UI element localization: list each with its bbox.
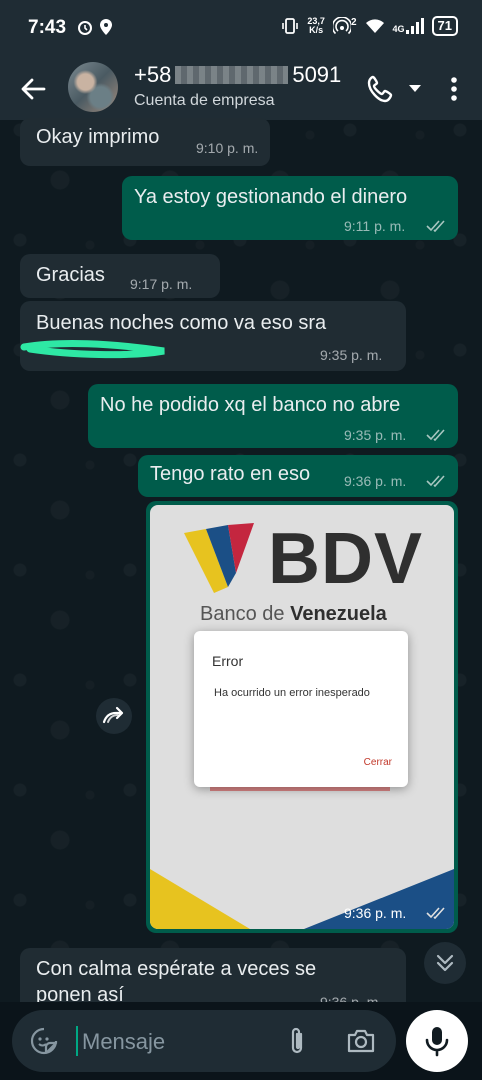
- message-input[interactable]: [80, 1022, 284, 1062]
- highlight-scribble: [20, 340, 165, 359]
- bdv-logo-text: BDV: [268, 519, 424, 599]
- read-receipt-icon: [426, 220, 445, 232]
- status-time: 7:43: [28, 17, 67, 38]
- redacted-digits: [175, 66, 289, 84]
- status-bar: 7:43 23,7 K/s 2 4G 71: [0, 0, 482, 56]
- message-text-line: Con calma espérate a veces se: [36, 958, 317, 980]
- read-receipt-icon: [426, 429, 445, 441]
- message-text: No he podido xq el banco no abre: [100, 394, 401, 416]
- message-time: 9:17 p. m.: [130, 276, 193, 292]
- image-message[interactable]: BDV Banco de Venezuela Error Ha ocurrido…: [146, 501, 458, 933]
- message-text: Ya estoy gestionando el dinero: [134, 186, 408, 208]
- message-bubble-outgoing[interactable]: Tengo rato en eso 9:36 p. m.: [138, 455, 458, 497]
- paperclip-icon[interactable]: [284, 1026, 310, 1056]
- alarm-icon: [78, 21, 92, 35]
- bank-name-bold: Venezuela: [290, 603, 387, 625]
- double-chevron-down-icon: [436, 954, 454, 972]
- message-bubble-outgoing[interactable]: No he podido xq el banco no abre 9:35 p.…: [88, 384, 458, 448]
- error-dialog-close: Cerrar: [363, 757, 392, 768]
- more-options-icon[interactable]: [444, 74, 464, 104]
- camera-icon[interactable]: [346, 1027, 376, 1055]
- avatar[interactable]: [68, 62, 118, 112]
- message-text: Gracias: [36, 264, 105, 286]
- error-dialog-message: Ha ocurrido un error inesperado: [214, 687, 370, 699]
- contact-subtitle: Cuenta de empresa: [134, 92, 275, 109]
- chat-header: +58 5091 Cuenta de empresa: [0, 56, 482, 120]
- message-time: 9:11 p. m.: [344, 218, 406, 234]
- chevron-down-icon[interactable]: [408, 81, 422, 95]
- yellow-stripe: [150, 869, 250, 929]
- message-time: 9:35 p. m.: [344, 427, 407, 443]
- message-composer: [12, 1010, 396, 1072]
- sticker-icon[interactable]: [30, 1027, 58, 1055]
- contact-name[interactable]: +58 5091: [134, 62, 341, 88]
- message-text: Okay imprimo: [36, 126, 160, 148]
- location-icon: [100, 19, 112, 35]
- message-time: 9:10 p. m.: [196, 140, 259, 156]
- scroll-to-bottom-button[interactable]: [424, 942, 466, 984]
- contact-phone-suffix: 5091: [292, 62, 342, 87]
- network-type: 4G: [392, 24, 405, 34]
- text-cursor: [76, 1026, 78, 1056]
- message-time: 9:35 p. m.: [320, 347, 383, 363]
- error-dialog-title: Error: [212, 653, 244, 669]
- read-receipt-icon: [426, 475, 445, 487]
- message-bubble-incoming[interactable]: Gracias 9:17 p. m.: [20, 254, 220, 298]
- bank-name-prefix: Banco de: [200, 603, 291, 625]
- microphone-icon: [425, 1027, 449, 1057]
- background-link-line: [210, 787, 390, 791]
- wifi-icon: [365, 19, 384, 33]
- message-bubble-incoming[interactable]: Okay imprimo 9:10 p. m.: [20, 118, 270, 166]
- message-time: 9:36 p. m.: [344, 473, 407, 489]
- bank-screenshot-image[interactable]: BDV Banco de Venezuela Error Ha ocurrido…: [150, 505, 454, 929]
- phone-call-icon[interactable]: [366, 74, 398, 104]
- network-speed-unit: K/s: [309, 25, 324, 35]
- read-receipt-icon: [426, 907, 445, 919]
- signal-icon: [405, 18, 424, 34]
- message-text: Buenas noches como va eso sra: [36, 312, 327, 334]
- error-dialog: Error Ha ocurrido un error inesperado Ce…: [194, 631, 408, 787]
- battery-indicator: 71: [431, 16, 458, 36]
- voice-message-button[interactable]: [406, 1010, 468, 1072]
- message-text: Tengo rato en eso: [150, 463, 311, 485]
- contact-phone-prefix: +58: [134, 62, 172, 87]
- forward-button[interactable]: [96, 698, 132, 734]
- network-speed: 23,7 K/s: [307, 17, 325, 35]
- hotspot-icon: [332, 17, 351, 35]
- vibrate-icon: [282, 18, 299, 34]
- bdv-logo-icon: [184, 523, 254, 593]
- forward-icon: [102, 706, 124, 724]
- message-time: 9:36 p. m.: [344, 905, 407, 921]
- hotspot-count: 2: [350, 17, 357, 28]
- bank-name: Banco de Venezuela: [200, 603, 387, 626]
- back-arrow-icon[interactable]: [18, 74, 48, 104]
- message-bubble-outgoing[interactable]: Ya estoy gestionando el dinero 9:11 p. m…: [122, 176, 458, 240]
